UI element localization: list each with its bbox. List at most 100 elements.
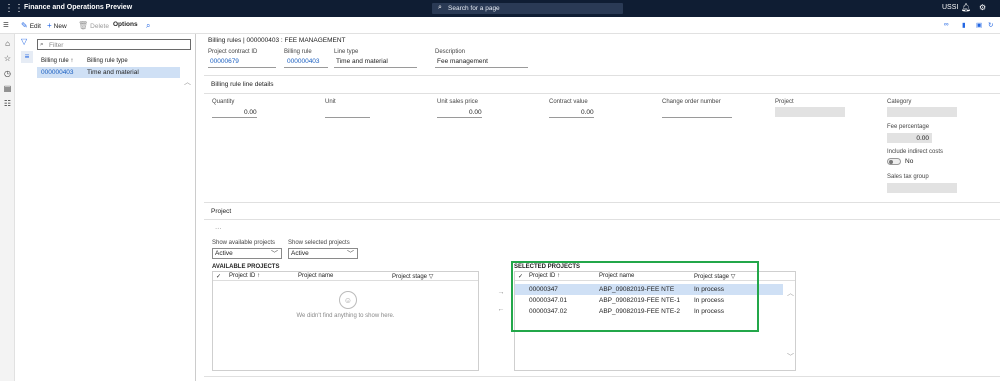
company-picker[interactable]: USSI [942,4,958,11]
project-section-title[interactable]: Project [211,208,231,215]
category-field [887,107,957,117]
notifications-icon[interactable]: 🔔︎ [961,3,971,12]
change-order-underline [662,117,732,118]
attachment-icon[interactable]: ▣ [976,21,982,29]
fee-percentage-value: 0.00 [916,135,929,142]
show-selected-value: Active [291,250,309,257]
edit-button[interactable]: ✎ Edit [21,21,41,30]
unit-price-label: Unit sales price [437,99,479,105]
list-filter-input[interactable]: ⌕ Filter [37,39,191,50]
plus-icon: + [47,21,52,30]
settings-gear-icon[interactable]: ⚙ [979,3,986,12]
indirect-costs-toggle[interactable] [887,158,901,165]
col-project-id[interactable]: Project ID ↑ [229,273,260,279]
list-panel [15,34,196,381]
remove-arrow-icon[interactable]: ← [497,306,505,314]
quantity-label: Quantity [212,99,235,105]
chevron-down-icon: ﹀ [271,251,278,258]
filter-icon[interactable]: ▽ [21,37,27,46]
search-placeholder: Search for a page [448,5,500,12]
app-title: Finance and Operations Preview [24,4,133,11]
refresh-icon[interactable]: ↻ [988,21,993,29]
office-icon[interactable]: ▮ [962,21,966,29]
divider [204,219,1000,220]
select-all-check-icon[interactable]: ✓ [216,273,221,280]
home-icon[interactable]: ⌂ [2,38,13,49]
add-arrow-icon[interactable]: → [497,289,505,297]
indirect-costs-label: Include indirect costs [887,149,944,155]
divider [204,93,1000,94]
more-options-icon[interactable]: ··· [215,225,222,232]
recent-icon[interactable]: ◷ [2,68,13,79]
action-search-icon[interactable]: ⌕ [146,21,152,31]
line-type-value: Time and material [336,58,388,65]
unit-price-value[interactable]: 0.00 [469,109,482,116]
chevron-down-icon: ﹀ [347,251,354,258]
action-pane: ☰ ✎ Edit + New 🗑︎ Delete Options ⌕ ∞ ▮ ▣ ↻ [0,17,1000,34]
show-available-select[interactable]: Active ﹀ [212,248,282,259]
link-icon[interactable]: ∞ [944,21,949,28]
list-scroll-up-icon[interactable]: ︿ [184,77,191,87]
project-field [775,107,845,117]
empty-state-icon: ☺ [339,291,357,309]
line-type-label: Line type [334,49,359,55]
pencil-icon: ✎ [21,21,28,30]
edit-label: Edit [29,23,41,30]
workspaces-icon[interactable]: ▤ [2,83,13,94]
divider [204,202,1000,203]
quantity-underline [212,117,257,118]
quantity-value[interactable]: 0.00 [244,109,257,116]
contract-value-value[interactable]: 0.00 [581,109,594,116]
fee-percentage-label: Fee percentage [887,124,930,130]
contract-value-underline [549,117,594,118]
delete-button[interactable]: 🗑︎ Delete [78,21,109,30]
contract-id-underline [208,67,276,68]
available-projects-grid: ✓ Project ID ↑ Project name Project stag… [212,271,479,371]
col-billing-rule-type[interactable]: Billing rule type [87,58,128,64]
contract-id-value[interactable]: 00000679 [210,58,239,65]
show-available-value: Active [215,250,233,257]
modules-icon[interactable]: ☷ [2,98,13,109]
category-label: Category [887,99,912,105]
details-section-title[interactable]: Billing rule line details [211,81,274,88]
description-value[interactable]: Fee management [437,58,488,65]
new-label: New [53,23,67,30]
change-order-label: Change order number [662,99,721,105]
filter-placeholder: Filter [49,42,64,49]
highlight-box [511,261,759,332]
left-navigation: ⌂ ☆ ◷ ▤ ☷ [0,34,15,381]
sales-tax-group-label: Sales tax group [887,174,929,180]
app-launcher-icon[interactable]: ⋮⋮ [4,3,24,14]
toggle-knob [889,160,893,164]
top-navigation-bar: ⋮⋮ Finance and Operations Preview ⌕ Sear… [0,0,1000,17]
list-view-icon[interactable]: ≡ [21,51,33,63]
breadcrumb: Billing rules | 000000403 : FEE MANAGEME… [208,37,346,44]
description-underline [435,67,528,68]
hamburger-menu-icon[interactable]: ☰ [3,21,9,29]
line-type-underline [334,67,417,68]
filter-search-icon: ⌕ [40,41,44,48]
scroll-up-icon[interactable]: ︿ [787,288,794,298]
list-row[interactable]: 000000403 Time and material [37,67,180,78]
list-row-rule[interactable]: 000000403 [41,69,74,76]
column-filter-icon: ▽ [428,274,434,280]
empty-state-message: We didn't find anything to show here. [296,313,395,319]
available-projects-title: AVAILABLE PROJECTS [212,264,280,270]
description-label: Description [435,49,466,55]
scroll-down-icon[interactable]: ﹀ [787,352,794,362]
billing-rule-underline [284,67,328,68]
page-search-box[interactable]: ⌕ Search for a page [432,3,623,14]
col-project-name[interactable]: Project name [298,273,333,279]
unit-underline [325,117,370,118]
options-tab[interactable]: Options [113,21,138,28]
col-billing-rule[interactable]: Billing rule ↑ [41,58,73,64]
favorites-icon[interactable]: ☆ [2,53,13,64]
billing-rule-value[interactable]: 000000403 [287,58,320,65]
indirect-costs-value: No [905,158,914,165]
contract-value-label: Contract value [549,99,588,105]
col-project-stage[interactable]: Project stage ▽ [392,273,433,280]
billing-rule-label: Billing rule [284,49,312,55]
project-label: Project [775,99,794,105]
show-selected-select[interactable]: Active ﹀ [288,248,358,259]
new-button[interactable]: + New [47,21,67,30]
